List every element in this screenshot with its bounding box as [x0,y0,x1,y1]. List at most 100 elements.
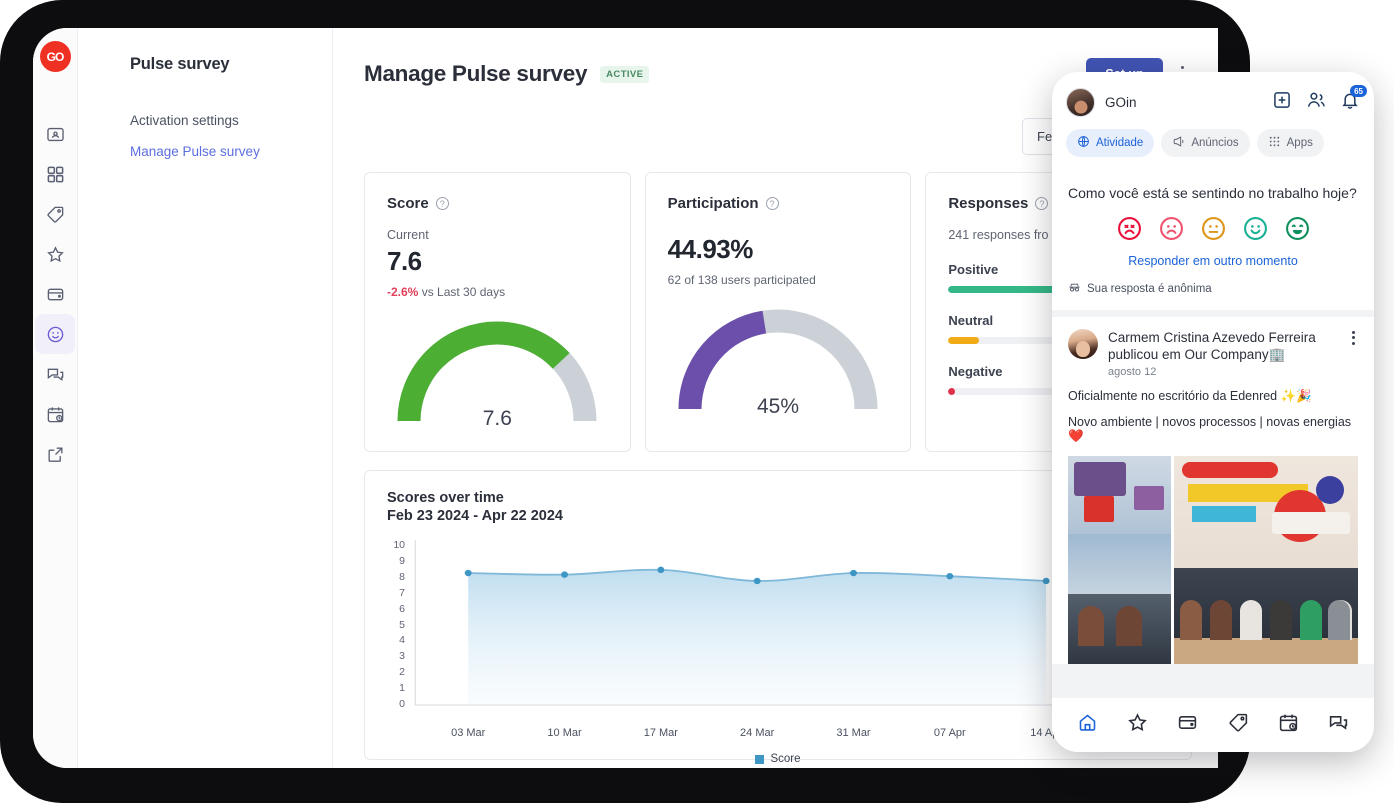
star-icon[interactable] [1127,712,1148,738]
home-icon[interactable] [1077,712,1098,738]
nav-list: Activation settings Manage Pulse survey [130,113,332,159]
chart-data-point[interactable] [657,566,665,574]
survey-question: Como você está se sentindo no trabalho h… [1068,185,1357,201]
legend-swatch-score [755,754,765,764]
tab-atividade[interactable]: Atividade [1066,129,1155,157]
chart-x-tick: 03 Mar [451,727,486,739]
post-body-line-1: Oficialmente no escritório da Edenred ✨🎉 [1068,388,1312,403]
bar-label-positive: Positive [948,262,999,277]
participation-title-text: Participation [667,195,759,212]
tab-anuncios[interactable]: Anúncios [1161,129,1250,157]
chart-x-tick: 17 Mar [643,727,678,739]
nav-item-manage-pulse-survey[interactable]: Manage Pulse survey [130,144,332,159]
notification-badge: 65 [1350,85,1367,97]
answer-later-link[interactable]: Responder em outro momento [1068,254,1358,268]
chart-data-point[interactable] [850,569,857,577]
post-photo-gallery[interactable] [1068,455,1358,664]
anonymous-note-text: Sua resposta é anônima [1087,282,1212,295]
post-photo-left[interactable] [1068,455,1172,664]
post-photo-right[interactable] [1174,455,1358,664]
calendar-clock-icon[interactable] [35,394,75,434]
external-link-icon[interactable] [35,434,75,474]
nav-panel: Pulse survey Activation settings Manage … [78,28,333,768]
smiley-icon[interactable] [35,314,75,354]
bar-label-negative: Negative [948,364,1003,379]
post-action-text: publicou em Our Company [1108,347,1269,363]
chart-data-point[interactable] [561,571,569,578]
help-icon[interactable]: ? [765,197,779,210]
post-author-name: Carmem Cristina Azevedo Ferreira [1108,329,1316,345]
help-icon[interactable]: ? [1035,197,1049,210]
wallet-icon[interactable] [1177,712,1198,738]
post-header: Carmem Cristina Azevedo Ferreira publico… [1068,328,1358,378]
score-delta-suffix: vs Last 30 days [418,285,506,299]
chart-x-tick: 31 Mar [836,727,871,739]
post-author-line: Carmem Cristina Azevedo Ferreira publico… [1108,329,1339,364]
avatar[interactable] [1066,88,1095,117]
emoji-happy[interactable] [1243,216,1268,241]
chart-data-point[interactable] [464,569,472,577]
status-badge: ACTIVE [600,65,650,83]
grid-dots-icon [1268,135,1281,151]
mobile-header-icons: 65 [1272,85,1367,115]
calendar-clock-icon[interactable] [1278,712,1299,738]
people-icon[interactable] [1306,90,1326,115]
score-gauge: 7.6 [387,317,608,435]
chart-y-tick: 3 [399,650,405,663]
score-sub-label: Current [387,228,429,242]
participation-card-title: Participation ? [668,195,889,212]
tag-icon[interactable] [1228,712,1249,738]
nav-title: Pulse survey [130,55,230,73]
emoji-very-sad[interactable] [1117,216,1142,241]
chart-legend: Score [387,753,1169,765]
participation-sub: 62 of 138 users participated [667,273,816,287]
participation-value: 44.93% [667,234,754,264]
score-gauge-value: 7.6 [482,407,512,430]
star-icon[interactable] [35,234,75,274]
brand-logo[interactable]: GO [39,41,71,72]
responses-title-text: Responses [948,195,1029,212]
tab-label-apps: Apps [1286,137,1313,149]
page-title: Manage Pulse survey [364,61,588,86]
grid-apps-icon[interactable] [35,154,75,194]
post-more-options-kebab-icon[interactable] [1349,329,1358,347]
incognito-icon [1068,281,1081,297]
tag-icon[interactable] [35,194,75,234]
chat-icon[interactable] [1328,712,1349,738]
tab-label-atividade: Atividade [1096,137,1144,149]
emoji-sad[interactable] [1159,216,1184,241]
add-square-icon[interactable] [1272,90,1292,115]
score-value: 7.6 [387,246,422,276]
anonymous-note: Sua resposta é anônima [1068,281,1358,297]
chat-icon[interactable] [35,354,75,394]
post-meta: Carmem Cristina Azevedo Ferreira publico… [1108,329,1339,378]
score-card: Score ? Current 7.6 -2.6% vs Last 30 day… [364,172,631,452]
chart-y-tick: 7 [399,586,405,599]
chart-y-tick: 4 [399,634,405,647]
score-delta: -2.6% vs Last 30 days [387,285,608,299]
tab-apps[interactable]: Apps [1256,129,1324,157]
legend-label-score: Score [770,753,801,765]
chart-data-point[interactable] [753,577,761,585]
chart-data-point[interactable] [1042,577,1050,585]
mobile-header: GOin 65 [1052,72,1374,117]
bar-fill-negative [948,388,955,395]
team-board-icon[interactable] [35,114,75,154]
chart-y-tick: 10 [393,539,405,551]
chart-x-tick: 07 Apr [933,727,966,739]
emoji-very-happy[interactable] [1285,216,1310,241]
nav-item-activation-settings[interactable]: Activation settings [130,113,332,128]
post-space-emoji: 🏢 [1268,347,1286,363]
participation-gauge-value: 45% [756,395,800,418]
mobile-bottom-nav [1052,698,1374,752]
chart-data-point[interactable] [946,573,954,580]
mobile-tabs: Atividade Anúncios Apps [1052,117,1374,170]
bell-icon[interactable]: 65 [1340,85,1367,115]
mobile-feed[interactable]: Como você está se sentindo no trabalho h… [1052,170,1374,752]
wallet-icon[interactable] [35,274,75,314]
avatar[interactable] [1068,328,1098,359]
emoji-neutral[interactable] [1201,216,1226,241]
chart-y-tick: 5 [399,618,405,631]
help-icon[interactable]: ? [435,197,449,210]
score-title-text: Score [387,195,429,212]
